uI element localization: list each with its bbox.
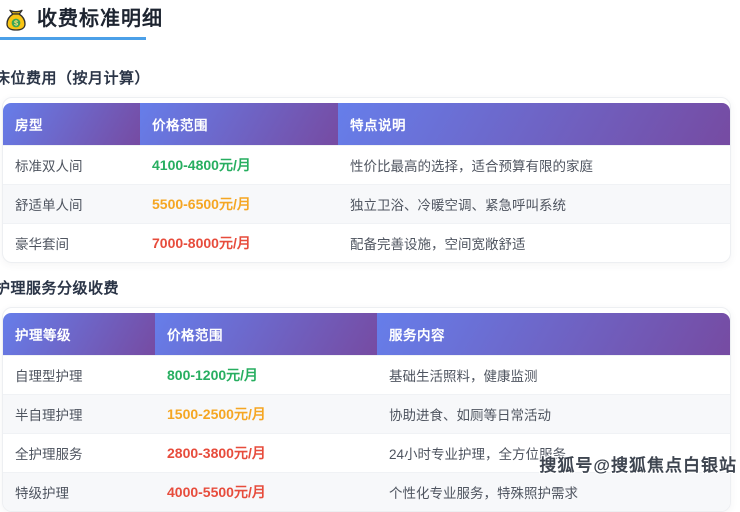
svg-text:$: $ [14,18,18,27]
nursing-fee-table: 护理等级价格范围服务内容 自理型护理800-1200元/月基础生活照料，健康监测… [3,313,730,511]
money-bag-icon: $ [4,8,28,32]
row-label: 半自理护理 [3,395,155,434]
row-label: 舒适单人间 [3,185,140,224]
row-label: 全护理服务 [3,434,155,473]
table-row: 特级护理4000-5500元/月个性化专业服务，特殊照护需求 [3,473,730,512]
table-row: 标准双人间4100-4800元/月性价比最高的选择，适合预算有限的家庭 [3,146,730,185]
bed-fee-table: 房型价格范围特点说明 标准双人间4100-4800元/月性价比最高的选择，适合预… [3,103,730,262]
row-label: 自理型护理 [3,356,155,395]
table-row: 舒适单人间5500-6500元/月独立卫浴、冷暖空调、紧急呼叫系统 [3,185,730,224]
column-header: 价格范围 [140,103,338,146]
bed-fee-section: 床位费用（按月计算） 房型价格范围特点说明 标准双人间4100-4800元/月性… [0,70,740,263]
watermark: 搜狐号@搜狐焦点白银站 [539,451,737,476]
price-range: 800-1200元/月 [155,356,377,395]
row-description: 协助进食、如厕等日常活动 [377,395,730,434]
column-header: 服务内容 [377,313,730,356]
row-label: 特级护理 [3,473,155,512]
title-row: $ 收费标准明细 [0,0,740,32]
title-underline [0,37,146,40]
row-description: 独立卫浴、冷暖空调、紧急呼叫系统 [338,185,730,224]
row-description: 性价比最高的选择，适合预算有限的家庭 [338,146,730,185]
row-label: 标准双人间 [3,146,140,185]
page-header: $ 收费标准明细 [0,0,740,40]
price-range: 4100-4800元/月 [140,146,338,185]
table-header-row: 护理等级价格范围服务内容 [3,313,730,356]
table-row: 豪华套间7000-8000元/月配备完善设施，空间宽敞舒适 [3,224,730,263]
row-description: 配备完善设施，空间宽敞舒适 [338,224,730,263]
bed-fee-table-card: 房型价格范围特点说明 标准双人间4100-4800元/月性价比最高的选择，适合预… [2,97,731,263]
row-description: 个性化专业服务，特殊照护需求 [377,473,730,512]
table-row: 半自理护理1500-2500元/月协助进食、如厕等日常活动 [3,395,730,434]
column-header: 价格范围 [155,313,377,356]
nursing-fee-section: 护理服务分级收费 护理等级价格范围服务内容 自理型护理800-1200元/月基础… [0,280,740,512]
price-range: 5500-6500元/月 [140,185,338,224]
column-header: 特点说明 [338,103,730,146]
column-header: 护理等级 [3,313,155,356]
page-title: 收费标准明细 [37,7,163,32]
price-range: 7000-8000元/月 [140,224,338,263]
table-row: 自理型护理800-1200元/月基础生活照料，健康监测 [3,356,730,395]
table-header-row: 房型价格范围特点说明 [3,103,730,146]
row-description: 基础生活照料，健康监测 [377,356,730,395]
bed-fee-section-title: 床位费用（按月计算） [0,70,740,88]
price-range: 1500-2500元/月 [155,395,377,434]
row-label: 豪华套间 [3,224,140,263]
nursing-fee-table-card: 护理等级价格范围服务内容 自理型护理800-1200元/月基础生活照料，健康监测… [2,307,731,512]
nursing-fee-section-title: 护理服务分级收费 [0,280,740,298]
price-range: 4000-5500元/月 [155,473,377,512]
column-header: 房型 [3,103,140,146]
price-range: 2800-3800元/月 [155,434,377,473]
